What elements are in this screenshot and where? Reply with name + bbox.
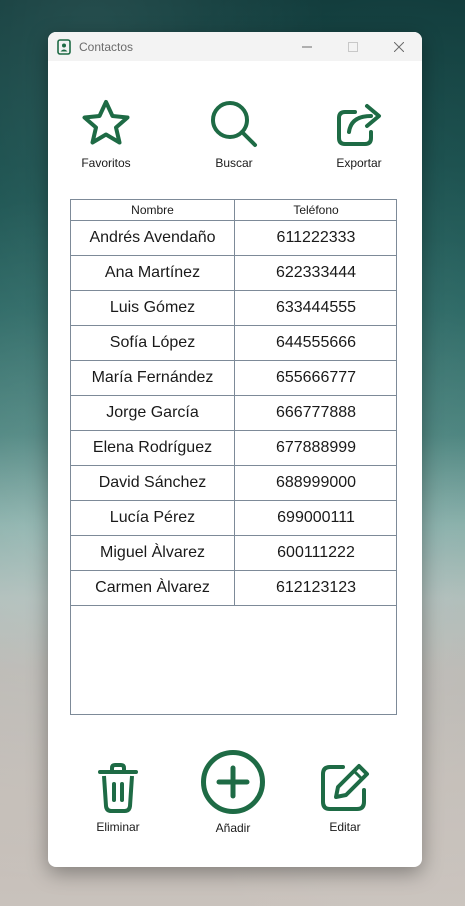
close-icon [394,41,404,52]
contact-name[interactable]: Andrés Avendaño [71,220,235,256]
maximize-button[interactable] [330,32,376,61]
contacts-table[interactable]: Nombre Teléfono Andrés Avendaño 611222333… [70,199,397,715]
table-header-row: Nombre Teléfono [71,200,397,221]
favorites-button[interactable]: Favoritos [78,98,134,170]
contact-name[interactable]: Ana Martínez [71,255,235,291]
table-row[interactable]: Miguel Àlvarez 600111222 [71,535,397,571]
edit-button[interactable]: Editar [317,762,373,834]
star-icon [82,100,130,145]
contact-phone[interactable]: 612123123 [234,570,397,606]
column-header-name[interactable]: Nombre [71,200,235,221]
delete-button[interactable]: Eliminar [90,762,146,834]
contact-name[interactable]: Miguel Àlvarez [71,535,235,571]
favorites-label: Favoritos [81,156,131,170]
contact-phone[interactable]: 677888999 [234,430,397,466]
edit-label: Editar [329,820,361,834]
delete-label: Eliminar [96,820,140,834]
contact-name[interactable]: David Sánchez [71,465,235,501]
table-row[interactable]: Jorge García 666777888 [71,395,397,431]
add-circle-icon [201,750,265,814]
search-label: Buscar [215,156,253,170]
contact-phone[interactable]: 611222333 [234,220,397,256]
title-bar[interactable]: Contactos [48,32,422,61]
export-label: Exportar [336,156,382,170]
contact-name[interactable]: Elena Rodríguez [71,430,235,466]
contact-name[interactable]: Jorge García [71,395,235,431]
search-icon [211,101,257,147]
share-export-icon [337,104,381,146]
contact-phone[interactable]: 688999000 [234,465,397,501]
table-row[interactable]: Elena Rodríguez 677888999 [71,430,397,466]
export-button[interactable]: Exportar [331,98,387,170]
column-header-phone[interactable]: Teléfono [234,200,397,221]
contact-phone[interactable]: 622333444 [234,255,397,291]
edit-icon [321,764,369,811]
window-controls [284,32,422,61]
contact-name[interactable]: Lucía Pérez [71,500,235,536]
table-row[interactable]: Sofía López 644555666 [71,325,397,361]
minimize-icon [302,46,312,47]
table-row[interactable]: Luis Gómez 633444555 [71,290,397,326]
contact-phone[interactable]: 699000111 [234,500,397,536]
table-row[interactable]: Andrés Avendaño 611222333 [71,220,397,256]
maximize-icon [348,41,358,52]
add-label: Añadir [215,821,251,835]
table-row[interactable]: María Fernández 655666777 [71,360,397,396]
add-button[interactable]: Añadir [198,749,268,835]
search-button[interactable]: Buscar [206,98,262,170]
table-row[interactable]: David Sánchez 688999000 [71,465,397,501]
table-row[interactable]: Carmen Àlvarez 612123123 [71,570,397,606]
table-row[interactable]: Ana Martínez 622333444 [71,255,397,291]
contact-name[interactable]: María Fernández [71,360,235,396]
close-button[interactable] [376,32,422,61]
window-title: Contactos [79,39,134,54]
contact-name[interactable]: Carmen Àlvarez [71,570,235,606]
contact-phone[interactable]: 600111222 [234,535,397,571]
contact-phone[interactable]: 633444555 [234,290,397,326]
contact-book-icon [57,38,71,55]
minimize-button[interactable] [284,32,330,61]
table-row[interactable]: Lucía Pérez 699000111 [71,500,397,536]
contact-phone[interactable]: 644555666 [234,325,397,361]
contacts-window: Contactos Favoritos Buscar Exportar Nomb… [48,32,422,867]
contact-name[interactable]: Sofía López [71,325,235,361]
contact-name[interactable]: Luis Gómez [71,290,235,326]
contact-phone[interactable]: 655666777 [234,360,397,396]
contact-phone[interactable]: 666777888 [234,395,397,431]
trash-icon [98,763,138,813]
